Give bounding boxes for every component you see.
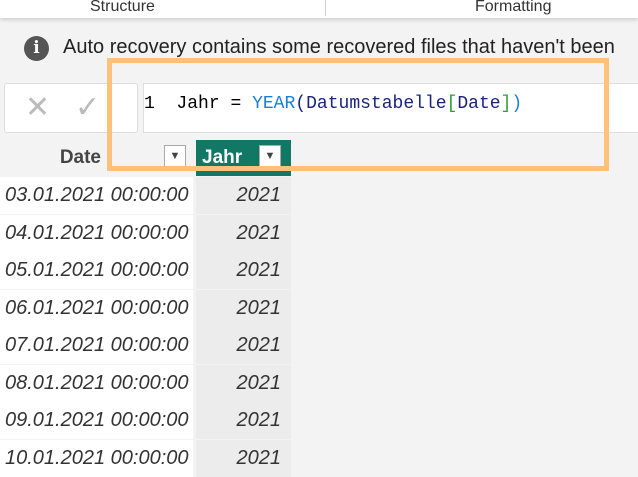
notification-message: Auto recovery contains some recovered fi…	[63, 36, 615, 58]
column-name: Date	[457, 94, 501, 114]
table-row: 05.01.2021 00:00:00 2021	[0, 252, 291, 289]
table-row: 10.01.2021 00:00:00 2021	[0, 439, 291, 477]
cell-jahr[interactable]: 2021	[196, 327, 291, 364]
cell-jahr[interactable]: 2021	[196, 214, 291, 252]
info-icon: i	[24, 36, 49, 61]
formula-input[interactable]: 1 Jahr = YEAR(Datumstabelle[Date])	[143, 83, 638, 133]
cell-jahr[interactable]: 2021	[196, 364, 291, 402]
bracket-open: [	[446, 94, 458, 114]
column-header-label: Date	[59, 147, 101, 168]
cell-jahr[interactable]: 2021	[196, 439, 291, 477]
ribbon: Structure Formatting	[0, 0, 638, 18]
bracket-close: ]	[500, 94, 512, 114]
cell-jahr[interactable]: 2021	[196, 252, 291, 289]
table-row: 08.01.2021 00:00:00 2021	[0, 364, 291, 402]
cell-date[interactable]: 03.01.2021 00:00:00	[0, 177, 193, 214]
cell-date[interactable]: 04.01.2021 00:00:00	[0, 214, 193, 252]
table-row: 04.01.2021 00:00:00 2021	[0, 214, 291, 252]
cancel-button[interactable]: ✕	[25, 90, 50, 125]
table-name: Datumstabelle	[306, 94, 447, 114]
cell-date[interactable]: 08.01.2021 00:00:00	[0, 364, 193, 402]
table-row: 07.01.2021 00:00:00 2021	[0, 327, 291, 364]
paren-close: )	[511, 94, 523, 114]
formula-commit-buttons: ✕ ✓	[4, 83, 138, 133]
measure-name: Jahr	[176, 94, 220, 114]
function-name: YEAR	[252, 94, 296, 114]
cell-date[interactable]: 10.01.2021 00:00:00	[0, 439, 193, 477]
filter-dropdown-icon[interactable]: ▼	[164, 145, 186, 167]
paren-open: (	[295, 94, 307, 114]
cell-date[interactable]: 07.01.2021 00:00:00	[0, 327, 193, 364]
cell-date[interactable]: 06.01.2021 00:00:00	[0, 289, 193, 327]
column-header-date[interactable]: Date ▼	[0, 140, 193, 176]
ribbon-group-formatting: Formatting	[475, 0, 552, 15]
filter-dropdown-icon[interactable]: ▼	[259, 145, 281, 167]
table-row: 06.01.2021 00:00:00 2021	[0, 289, 291, 327]
ribbon-divider	[325, 0, 326, 16]
commit-button[interactable]: ✓	[75, 90, 100, 125]
ribbon-group-structure: Structure	[90, 0, 155, 15]
column-header-label: Jahr	[202, 147, 243, 168]
cell-jahr[interactable]: 2021	[196, 289, 291, 327]
equals-sign: =	[230, 94, 242, 114]
table-row: 09.01.2021 00:00:00 2021	[0, 402, 291, 439]
cell-jahr[interactable]: 2021	[196, 402, 291, 439]
table-row: 03.01.2021 00:00:00 2021	[0, 177, 291, 214]
cell-date[interactable]: 05.01.2021 00:00:00	[0, 252, 193, 289]
line-number: 1	[144, 94, 155, 114]
cell-date[interactable]: 09.01.2021 00:00:00	[0, 402, 193, 439]
column-header-jahr[interactable]: Jahr ▼	[196, 140, 291, 176]
cell-jahr[interactable]: 2021	[196, 177, 291, 214]
